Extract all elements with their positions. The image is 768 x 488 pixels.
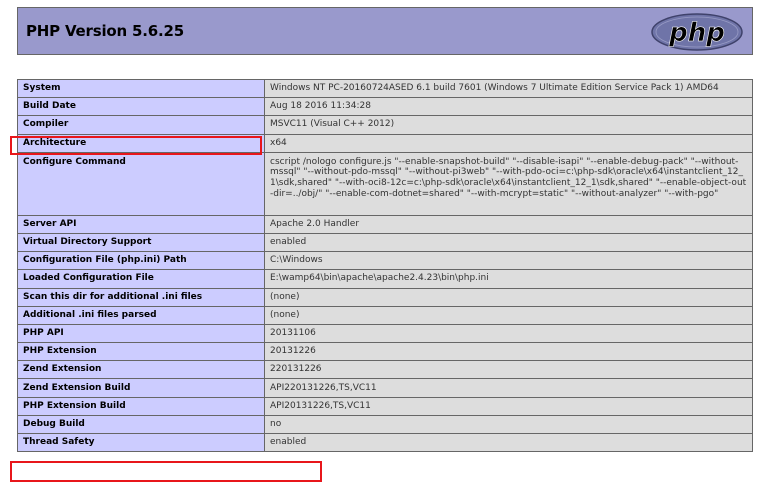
row-label: PHP API [17,323,265,344]
table-row: PHP Extension 20131226 [17,342,753,362]
php-logo-icon: php [650,12,744,52]
row-value: 220131226 [264,360,753,380]
row-label: Zend Extension [17,360,265,380]
row-value: cscript /nologo configure.js "--enable-s… [264,151,753,216]
page-title: PHP Version 5.6.25 [26,22,184,40]
row-label: Virtual Directory Support [17,232,265,253]
row-value: Windows NT PC-20160724ASED 6.1 build 760… [264,78,753,99]
row-value: MSVC11 (Visual C++ 2012) [264,115,753,135]
table-row: PHP Extension Build API20131226,TS,VC11 [17,396,753,416]
row-value: C:\Windows [264,251,753,271]
table-row: Zend Extension 220131226 [17,360,753,380]
table-row: Compiler MSVC11 (Visual C++ 2012) [17,115,753,135]
table-row: PHP API 20131106 [17,323,753,344]
thread-safety-highlight-box [10,461,322,482]
row-label: PHP Extension [17,342,265,362]
row-value: 20131226 [264,342,753,362]
row-value: Aug 18 2016 11:34:28 [264,97,753,117]
php-version-header: PHP Version 5.6.25 php [17,7,753,55]
row-label: System [17,78,265,99]
table-row: Server API Apache 2.0 Handler [17,214,753,234]
row-label: Build Date [17,97,265,117]
table-row: Thread Safety enabled [17,432,753,453]
svg-text:php: php [668,18,725,48]
row-value: API20131226,TS,VC11 [264,396,753,416]
table-row: Configuration File (php.ini) Path C:\Win… [17,251,753,271]
table-row: Virtual Directory Support enabled [17,232,753,253]
row-value: (none) [264,305,753,325]
row-value: 20131106 [264,323,753,344]
table-row: Additional .ini files parsed (none) [17,305,753,325]
row-value: (none) [264,287,753,307]
table-row: System Windows NT PC-20160724ASED 6.1 bu… [17,78,753,99]
row-value: Apache 2.0 Handler [264,214,753,234]
row-label: Loaded Configuration File [17,269,265,289]
row-value: enabled [264,232,753,253]
row-value: enabled [264,432,753,453]
row-label: Zend Extension Build [17,378,265,398]
table-row: Loaded Configuration File E:\wamp64\bin\… [17,269,753,289]
row-label: Compiler [17,115,265,135]
architecture-highlight-box [10,136,262,155]
row-value: no [264,414,753,435]
row-label: Debug Build [17,414,265,435]
table-row: Build Date Aug 18 2016 11:34:28 [17,97,753,117]
php-info-table: System Windows NT PC-20160724ASED 6.1 bu… [17,78,753,453]
table-row: Scan this dir for additional .ini files … [17,287,753,307]
row-value: API220131226,TS,VC11 [264,378,753,398]
table-row: Configure Command cscript /nologo config… [17,151,753,216]
row-label: Configure Command [17,151,265,216]
row-value: E:\wamp64\bin\apache\apache2.4.23\bin\ph… [264,269,753,289]
row-label: Thread Safety [17,432,265,453]
row-label: Additional .ini files parsed [17,305,265,325]
table-row: Zend Extension Build API220131226,TS,VC1… [17,378,753,398]
row-label: Server API [17,214,265,234]
table-row: Debug Build no [17,414,753,435]
row-label: PHP Extension Build [17,396,265,416]
row-value: x64 [264,133,753,153]
row-label: Configuration File (php.ini) Path [17,251,265,271]
row-label: Scan this dir for additional .ini files [17,287,265,307]
